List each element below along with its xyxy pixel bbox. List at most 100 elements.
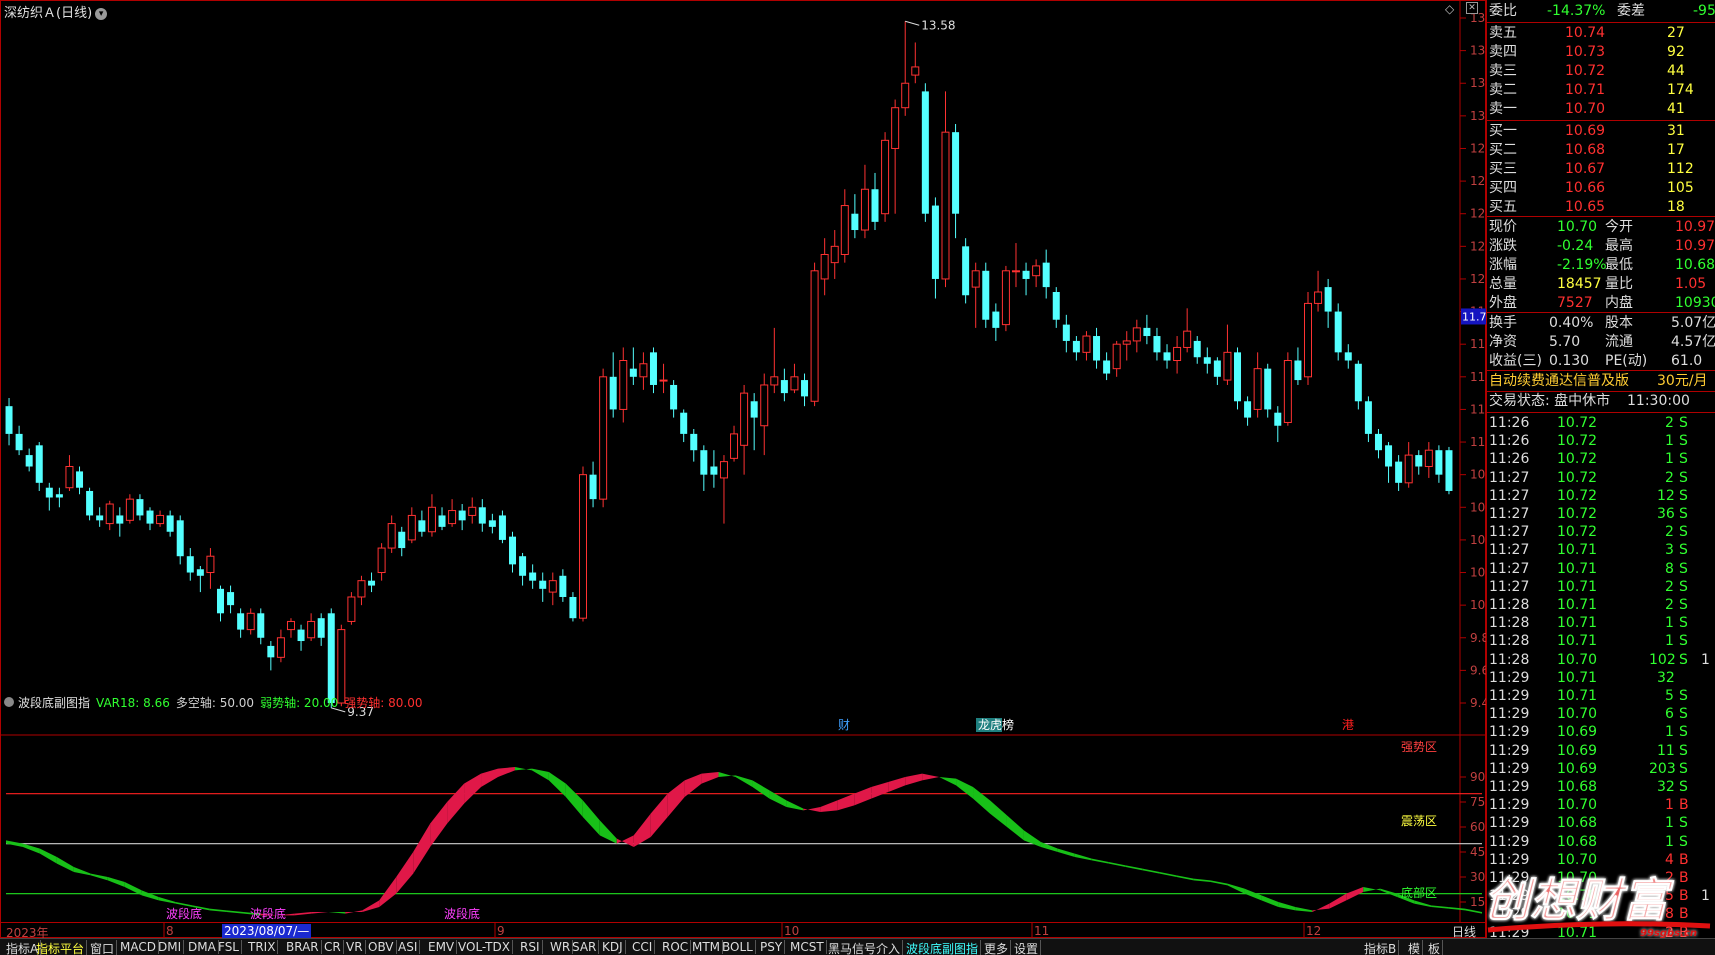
tick-row[interactable]: 11:27 10.72 2 S	[1487, 523, 1715, 541]
tick-row[interactable]: 11:29 10.68 1 S	[1487, 814, 1715, 832]
tab-26[interactable]: 波段底副图指	[904, 940, 982, 955]
tick-row[interactable]: 11:29 10.71 32	[1487, 669, 1715, 687]
tick-row[interactable]: 11:27 10.72 36 S	[1487, 505, 1715, 523]
tick-volume: 1	[1665, 433, 1674, 450]
tick-row[interactable]: 11:28 10.71 2 S	[1487, 596, 1715, 614]
tab-right-2[interactable]: 板	[1426, 940, 1444, 955]
ask-row[interactable]: 卖三 10.72 44	[1487, 62, 1715, 81]
indicator-title[interactable]: 波段底副图指 VAR18: 8.66 多空轴: 50.00 弱势轴: 20.00 强势轴…	[4, 694, 429, 711]
tick-time: 11:29	[1489, 760, 1530, 777]
candle-body-down	[478, 507, 486, 524]
tab-6[interactable]: FSL	[216, 940, 242, 954]
indicator-band-segment	[820, 800, 838, 812]
period-label[interactable]: 日线	[1450, 923, 1478, 940]
tab-21[interactable]: MTM	[690, 940, 724, 954]
tab-7[interactable]: TRIX	[246, 940, 279, 954]
tab-8[interactable]: BRAR	[284, 940, 322, 954]
ask-row[interactable]: 卖一 10.70 41	[1487, 100, 1715, 119]
tick-row[interactable]: 11:29 10.71 5 S	[1487, 687, 1715, 705]
tab-11[interactable]: OBV	[366, 940, 397, 954]
tick-row[interactable]: 11:26 10.72 1 S	[1487, 450, 1715, 468]
price-tick-label: 11.00	[1470, 435, 1486, 449]
settings-dot-icon[interactable]	[4, 697, 14, 707]
tick-time: 11:28	[1489, 651, 1530, 668]
diamond-icon[interactable]: ◇	[1445, 2, 1454, 16]
candle-body-down	[216, 588, 224, 614]
tab-right-1[interactable]: 模	[1406, 940, 1424, 955]
tick-side: S	[1679, 779, 1688, 795]
candle-body-down	[649, 352, 657, 385]
kline-chart[interactable]: 13.6013.4013.2013.0012.8012.6012.4012.20…	[0, 0, 1486, 938]
tab-13[interactable]: EMV	[426, 940, 458, 954]
close-box-icon[interactable]: ✕	[1466, 2, 1478, 14]
tab-1[interactable]: 指标平台	[34, 940, 88, 955]
tick-row[interactable]: 11:27 10.71 3 S	[1487, 541, 1715, 559]
tick-volume: 1	[1665, 833, 1674, 850]
ask-row[interactable]: 卖五 10.74 27	[1487, 24, 1715, 43]
tab-14[interactable]: VOL-TDX	[456, 940, 513, 954]
tick-volume: 5	[1665, 688, 1674, 704]
bid-row[interactable]: 买一 10.69 31	[1487, 122, 1715, 141]
tab-5[interactable]: DMA	[186, 940, 219, 954]
tick-row[interactable]: 11:27 10.71 2 S	[1487, 578, 1715, 596]
tab-9[interactable]: CR	[322, 940, 344, 954]
promo-text[interactable]: 自动续费通达信普及版	[1489, 372, 1629, 391]
candle-body-down	[1445, 450, 1453, 491]
tab-24[interactable]: MCST	[788, 940, 827, 954]
candle-body-up	[599, 376, 608, 500]
tick-row[interactable]: 11:28 10.70 102 S 1	[1487, 651, 1715, 669]
tab-2[interactable]: 窗口	[88, 940, 118, 955]
tick-row[interactable]: 11:28 10.71 1 S	[1487, 632, 1715, 650]
tab-25[interactable]: 黑马信号介入	[826, 940, 904, 955]
tick-row[interactable]: 11:29 10.70 1 B	[1487, 796, 1715, 814]
tick-time: 11:26	[1489, 415, 1530, 431]
fund-label: 股本	[1605, 315, 1633, 331]
tick-row[interactable]: 11:29 10.69 203 S	[1487, 760, 1715, 778]
tick-volume: 2	[1665, 469, 1674, 486]
tab-28[interactable]: 设置	[1012, 940, 1042, 955]
tab-27[interactable]: 更多	[982, 940, 1012, 955]
tick-row[interactable]: 11:29 10.68 1 S	[1487, 833, 1715, 851]
candle-body-down	[317, 618, 325, 638]
tick-row[interactable]: 11:27 10.72 12 S	[1487, 487, 1715, 505]
bid-row[interactable]: 买三 10.67 112	[1487, 160, 1715, 179]
tick-time: 11:28	[1489, 615, 1530, 632]
tab-19[interactable]: CCI	[630, 940, 656, 954]
tab-17[interactable]: SAR	[570, 940, 600, 954]
indicator-tick-label: 75.00	[1470, 795, 1486, 809]
tab-23[interactable]: PSY	[758, 940, 786, 954]
ask-row[interactable]: 卖二 10.71 174	[1487, 81, 1715, 100]
tab-20[interactable]: ROC	[660, 940, 692, 954]
tab-12[interactable]: ASI	[396, 940, 421, 954]
tick-row[interactable]: 11:28 10.71 1 S	[1487, 614, 1715, 632]
quote-label: 今开	[1605, 219, 1633, 235]
tick-row[interactable]: 11:27 10.71 8 S	[1487, 560, 1715, 578]
bid-row[interactable]: 买二 10.68 17	[1487, 141, 1715, 160]
bid-row[interactable]: 买四 10.66 105	[1487, 179, 1715, 198]
tick-row[interactable]: 11:29 10.69 11 S	[1487, 742, 1715, 760]
tick-row[interactable]: 11:26 10.72 1 S	[1487, 432, 1715, 450]
chart-title[interactable]: 深纺织Ａ(日线) ▾	[4, 2, 108, 21]
ask-row[interactable]: 卖四 10.73 92	[1487, 43, 1715, 62]
quote-label: 最低	[1605, 257, 1633, 273]
tick-row[interactable]: 11:29 10.69 1 S	[1487, 723, 1715, 741]
promo-row[interactable]: 自动续费通达信普及版 30元/月	[1487, 372, 1715, 391]
divider	[1487, 22, 1715, 23]
promo-price[interactable]: 30元/月	[1657, 372, 1708, 391]
tick-row[interactable]: 11:29 10.70 6 S	[1487, 705, 1715, 723]
candle-body-down	[992, 311, 1000, 328]
tab-4[interactable]: DMI	[156, 940, 185, 954]
tab-10[interactable]: VR	[344, 940, 366, 954]
tab-18[interactable]: KDJ	[600, 940, 626, 954]
candle-body-down	[1022, 270, 1030, 279]
tick-row[interactable]: 11:26 10.72 2 S	[1487, 414, 1715, 432]
tab-3[interactable]: MACD	[118, 940, 159, 954]
tab-15[interactable]: RSI	[518, 940, 543, 954]
tick-row[interactable]: 11:27 10.72 2 S	[1487, 469, 1715, 487]
bid-row[interactable]: 买五 10.65 18	[1487, 198, 1715, 217]
tick-row[interactable]: 11:29 10.68 32 S	[1487, 778, 1715, 796]
indicator-band-segment	[498, 767, 515, 777]
chevron-down-icon[interactable]: ▾	[95, 7, 108, 20]
tab-right-0[interactable]: 指标B	[1362, 940, 1400, 955]
tab-22[interactable]: BOLL	[720, 940, 756, 954]
